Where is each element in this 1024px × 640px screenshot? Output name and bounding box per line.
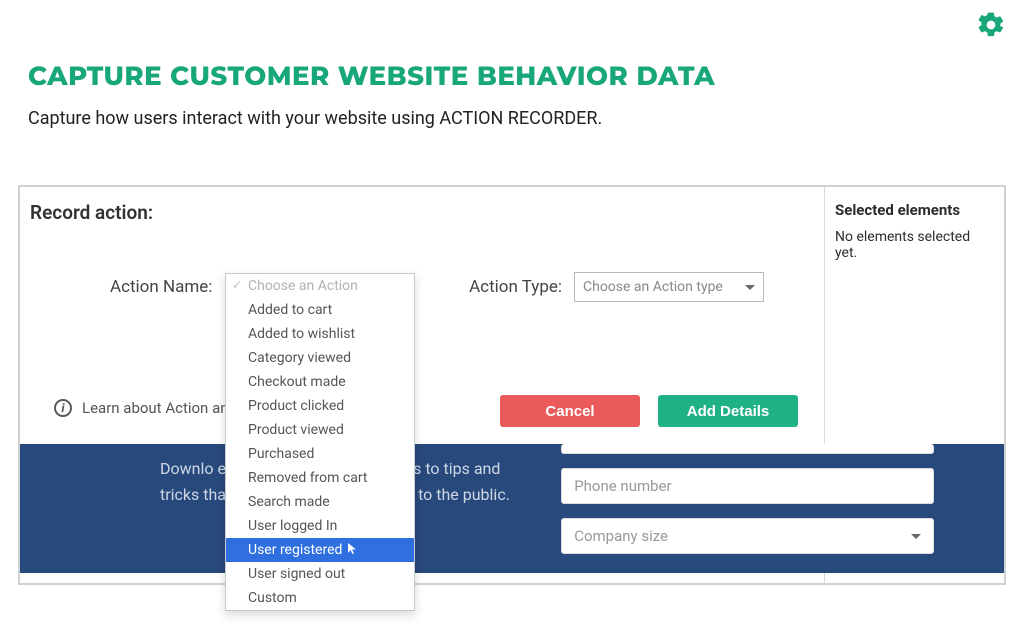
cursor-icon bbox=[346, 542, 358, 558]
background-website: Downlo en released this year by cess to … bbox=[20, 444, 1004, 573]
page-subtitle: Capture how users interact with your web… bbox=[28, 108, 602, 129]
sidebar-empty-text: No elements selected yet. bbox=[835, 229, 994, 261]
dropdown-item[interactable]: Category viewed bbox=[226, 346, 414, 370]
chevron-down-icon bbox=[911, 534, 921, 539]
dropdown-item[interactable]: Added to wishlist bbox=[226, 322, 414, 346]
record-action-label: Record action: bbox=[30, 201, 153, 224]
chevron-down-icon bbox=[745, 285, 755, 290]
action-name-label: Action Name: bbox=[110, 277, 212, 297]
dropdown-item[interactable]: User registered bbox=[226, 538, 414, 562]
sidebar-heading: Selected elements bbox=[835, 201, 994, 219]
add-details-button[interactable]: Add Details bbox=[658, 395, 798, 427]
phone-placeholder: Phone number bbox=[574, 477, 671, 495]
company-size-select[interactable]: Company size bbox=[561, 518, 934, 554]
dropdown-item[interactable]: Added to cart bbox=[226, 298, 414, 322]
background-input-partial bbox=[561, 444, 934, 454]
company-placeholder: Company size bbox=[574, 527, 668, 545]
cancel-button[interactable]: Cancel bbox=[500, 395, 640, 427]
dropdown-placeholder[interactable]: Choose an Action bbox=[226, 274, 414, 298]
dropdown-item[interactable]: Search made bbox=[226, 490, 414, 514]
dropdown-item[interactable]: Custom bbox=[226, 586, 414, 610]
dropdown-item[interactable]: Purchased bbox=[226, 442, 414, 466]
action-type-select[interactable]: Choose an Action type bbox=[574, 272, 764, 302]
dropdown-item[interactable]: Checkout made bbox=[226, 370, 414, 394]
phone-number-input[interactable]: Phone number bbox=[561, 468, 934, 504]
dropdown-item[interactable]: Product viewed bbox=[226, 418, 414, 442]
dropdown-item[interactable]: User logged In bbox=[226, 514, 414, 538]
action-name-dropdown[interactable]: Choose an Action Added to cartAdded to w… bbox=[225, 273, 415, 611]
page-title: CAPTURE CUSTOMER WEBSITE BEHAVIOR DATA bbox=[28, 60, 715, 92]
dropdown-item[interactable]: User signed out bbox=[226, 562, 414, 586]
action-recorder-panel: Record action: Selected elements No elem… bbox=[18, 185, 1006, 585]
info-icon: i bbox=[54, 399, 72, 417]
gear-icon bbox=[976, 10, 1006, 40]
dropdown-item[interactable]: Removed from cart bbox=[226, 466, 414, 490]
action-type-placeholder: Choose an Action type bbox=[583, 279, 723, 295]
dropdown-item[interactable]: Product clicked bbox=[226, 394, 414, 418]
action-type-label: Action Type: bbox=[469, 277, 562, 297]
